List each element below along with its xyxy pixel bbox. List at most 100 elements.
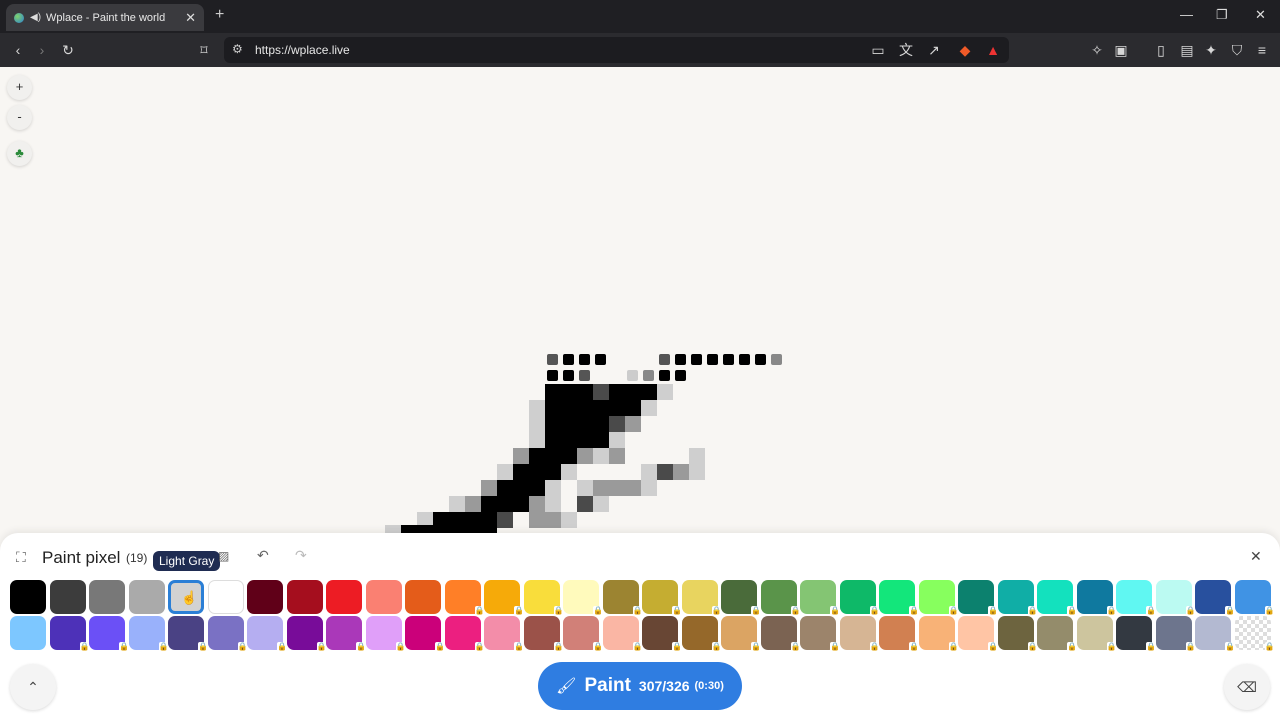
pixel xyxy=(497,464,513,480)
color-swatch[interactable] xyxy=(10,616,46,650)
eraser-button[interactable]: ⌫ xyxy=(1224,664,1270,710)
paint-timer: (0:30) xyxy=(694,680,724,692)
color-swatch[interactable] xyxy=(89,580,125,614)
pixel xyxy=(545,464,561,480)
pixel xyxy=(657,384,673,400)
sidebar-icon[interactable]: ▯ xyxy=(1152,41,1170,59)
pixel xyxy=(609,448,625,464)
brave-shields-icon[interactable]: ◆ xyxy=(956,41,974,59)
minimize-icon[interactable]: — xyxy=(1180,7,1193,22)
lock-icon: 🔒 xyxy=(593,642,603,652)
color-swatch[interactable] xyxy=(49,580,86,614)
color-swatch[interactable] xyxy=(365,580,402,614)
color-swatch[interactable] xyxy=(326,580,362,614)
lock-icon: 🔒 xyxy=(711,606,722,616)
pixel xyxy=(593,448,609,464)
pixel xyxy=(561,512,577,528)
color-swatch[interactable] xyxy=(405,580,441,614)
globe-favicon-icon xyxy=(14,12,24,23)
pixel xyxy=(577,384,593,400)
share-icon[interactable]: ↗ xyxy=(925,41,943,59)
browser-titlebar: ◀) Wplace - Paint the world ✕ + — ❐ ✕ xyxy=(0,0,1280,33)
pixel xyxy=(657,464,673,480)
reload-icon[interactable]: ↻ xyxy=(59,41,77,59)
close-panel-icon[interactable]: ✕ xyxy=(1250,548,1262,565)
new-tab-icon[interactable]: + xyxy=(215,6,224,24)
zoom-in-button[interactable]: + xyxy=(7,75,32,100)
pixel xyxy=(465,496,481,512)
bookmark-icon[interactable]: ⌑ xyxy=(195,41,213,59)
wallet-icon[interactable]: ▤ xyxy=(1178,41,1196,59)
color-swatch[interactable] xyxy=(207,580,244,614)
screenshot-icon[interactable]: ▣ xyxy=(1112,41,1130,59)
pixel xyxy=(577,496,593,512)
pixel xyxy=(529,464,545,480)
lock-icon: 🔒 xyxy=(1225,642,1235,652)
lock-icon: 🔒 xyxy=(79,642,90,652)
redo-icon[interactable]: ↷ xyxy=(295,547,307,564)
tab-title: Wplace - Paint the world xyxy=(46,11,166,24)
browser-tab[interactable]: ◀) Wplace - Paint the world ✕ xyxy=(6,4,204,31)
lock-icon: 🔒 xyxy=(1185,606,1196,616)
vpn-icon[interactable]: ⛉ xyxy=(1228,41,1246,59)
pixel xyxy=(561,416,577,432)
site-settings-icon[interactable]: ⚙ xyxy=(232,42,243,56)
pixel xyxy=(641,480,657,496)
close-tab-icon[interactable]: ✕ xyxy=(185,10,196,26)
color-swatch[interactable] xyxy=(247,580,283,614)
lock-icon: 🔒 xyxy=(632,606,643,616)
back-icon[interactable]: ‹ xyxy=(9,41,27,59)
zoom-out-button[interactable]: - xyxy=(7,105,32,130)
color-swatch[interactable] xyxy=(128,580,165,614)
paint-button[interactable]: 🖌 Paint 307/326 (0:30) xyxy=(538,662,742,710)
close-window-icon[interactable]: ✕ xyxy=(1255,7,1266,23)
brave-rewards-icon[interactable]: ▲ xyxy=(984,41,1002,59)
pixel xyxy=(593,432,609,448)
fullscreen-icon[interactable]: ⛶ xyxy=(16,549,26,566)
color-swatch[interactable] xyxy=(10,580,46,614)
lock-icon: 🔒 xyxy=(830,642,840,652)
lock-icon: 🔒 xyxy=(1264,606,1275,616)
image-icon[interactable]: ▨ xyxy=(218,549,229,563)
lock-icon: 🔒 xyxy=(869,642,880,652)
menu-icon[interactable]: ≡ xyxy=(1253,41,1271,59)
pixel xyxy=(481,496,497,512)
map-canvas[interactable]: + - ♣ xyxy=(0,67,1280,547)
pending-pixel xyxy=(595,354,606,365)
lock-icon: 🔒 xyxy=(158,642,169,652)
panel-title: Paint pixel xyxy=(42,548,121,567)
lock-icon: 🔒 xyxy=(988,606,998,616)
forward-icon[interactable]: › xyxy=(33,41,51,59)
pending-pixel xyxy=(627,370,638,381)
lock-icon: 🔒 xyxy=(198,642,208,652)
pending-pixel xyxy=(643,370,654,381)
translate-icon[interactable]: 文 xyxy=(897,41,915,59)
pixel xyxy=(513,448,529,464)
pending-pixel xyxy=(563,370,574,381)
pending-pixel xyxy=(659,354,670,365)
pixel xyxy=(673,464,689,480)
pixel xyxy=(593,496,609,512)
pending-pixel xyxy=(579,370,590,381)
url-text[interactable]: https://wplace.live xyxy=(255,43,350,57)
lock-icon: 🔒 xyxy=(909,606,919,616)
extensions-icon[interactable]: ✧ xyxy=(1088,41,1106,59)
pixel xyxy=(609,416,625,432)
color-swatch[interactable] xyxy=(286,580,323,614)
leo-ai-icon[interactable]: ✦ xyxy=(1202,41,1220,59)
cast-icon[interactable]: ▭ xyxy=(869,41,887,59)
collapse-panel-button[interactable]: ⌃ xyxy=(10,664,56,710)
brush-icon: 🖌 xyxy=(556,678,577,695)
address-bar[interactable]: ⚙ https://wplace.live xyxy=(224,37,1009,63)
restore-icon[interactable]: ❐ xyxy=(1216,7,1228,23)
undo-icon[interactable]: ↶ xyxy=(257,547,269,564)
speaker-icon[interactable]: ◀) xyxy=(30,12,41,23)
pixel xyxy=(545,496,561,512)
lock-icon: 🔒 xyxy=(1106,606,1117,616)
pixel xyxy=(481,480,497,496)
pixel xyxy=(561,432,577,448)
tree-icon[interactable]: ♣ xyxy=(7,141,32,166)
pixel xyxy=(513,480,529,496)
lock-icon: 🔒 xyxy=(672,642,682,652)
pixel xyxy=(577,400,593,416)
